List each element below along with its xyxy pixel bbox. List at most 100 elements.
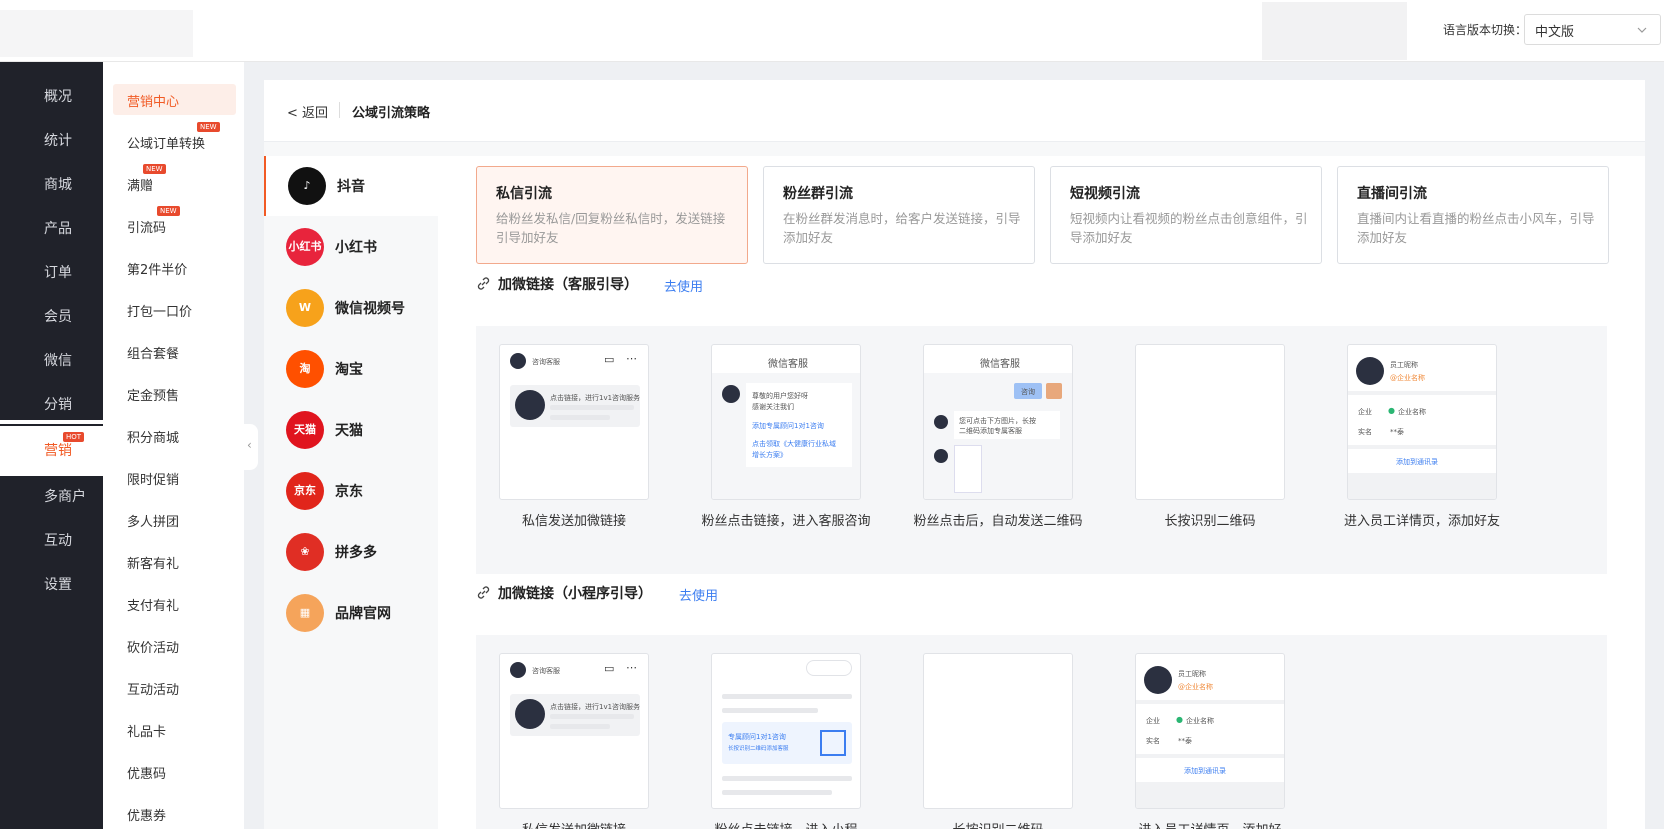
platform-logo-icon: ❀: [286, 533, 324, 571]
submenu-item-15[interactable]: 礼品卡: [113, 714, 236, 745]
video-call-icon: ▭: [604, 662, 615, 675]
divider-strip: [264, 142, 1645, 156]
submenu-item-8[interactable]: 积分商城: [113, 420, 236, 451]
platform-name: 品牌官网: [335, 606, 391, 622]
grid-icon: [12, 218, 32, 236]
submenu-item-4[interactable]: 第2件半价: [113, 252, 236, 283]
sidebar-item-4[interactable]: 订单: [0, 248, 103, 294]
main-sidebar: 概况 统计 商城 产品 订单 会员 微信 分销 营销 HOT 多商户 互动 设置: [0, 62, 103, 829]
strategy-tab-2[interactable]: 短视频引流 短视频内让看视频的粉丝点击创意组件，引导添加好友: [1050, 166, 1322, 264]
submenu-item-2[interactable]: 满赠 NEW: [113, 164, 236, 199]
platform-item-7[interactable]: ▦ 品牌官网: [264, 583, 438, 643]
mock-text: 增长方案》: [752, 451, 787, 459]
link-card: 点击链接，进行1v1咨询服务: [510, 694, 640, 736]
sidebar-item-8[interactable]: 营销 HOT: [0, 426, 103, 472]
submenu-item-16[interactable]: 优惠码: [113, 756, 236, 787]
phone-mockup: 微信客服 咨询 您可点击下方图片，长按 二维码添加专属客服: [923, 344, 1073, 500]
submenu-item-label: 满赠: [127, 179, 154, 194]
submenu-item-3[interactable]: 引流码 NEW: [113, 206, 236, 241]
placeholder-line: [550, 724, 610, 729]
submenu-item-10[interactable]: 多人拼团: [113, 504, 236, 535]
flow-step-3: 长按识别二维码: [1135, 344, 1285, 554]
strategy-desc: 在粉丝群发消息时，给客户发送链接，引导添加好友: [783, 211, 1021, 245]
sidebar-item-5[interactable]: 会员: [0, 292, 103, 338]
sidebar-item-2[interactable]: 商城: [0, 160, 103, 206]
back-link[interactable]: < 返回: [287, 102, 328, 121]
submenu-item-label: 砍价活动: [127, 641, 180, 656]
submenu-item-17[interactable]: 优惠券: [113, 798, 236, 829]
submenu-item-9[interactable]: 限时促销: [113, 462, 236, 493]
platform-item-3[interactable]: 淘 淘宝: [264, 339, 438, 399]
submenu-item-1[interactable]: 公域订单转换 NEW: [113, 122, 236, 157]
submenu-item-14[interactable]: 互动活动: [113, 672, 236, 703]
sidebar-item-6[interactable]: 微信: [0, 336, 103, 382]
sidebar-item-label: 微信: [44, 353, 72, 369]
submenu-item-label: 互动活动: [127, 683, 180, 698]
avatar: [722, 385, 740, 403]
sidebar-item-11[interactable]: 设置: [0, 560, 103, 606]
sidebar-item-9[interactable]: 多商户: [0, 472, 103, 518]
strategy-desc: 给粉丝发私信/回复粉丝私信时，发送链接引导加好友: [496, 211, 726, 245]
platform-item-4[interactable]: 天猫 天猫: [264, 400, 438, 460]
placeholder-line: [722, 776, 852, 781]
submenu-item-0[interactable]: 营销中心: [113, 84, 236, 115]
flow-step-0: 咨询客服 ▭ ⋯ 点击链接，进行1v1咨询服务 私信发送加微链接: [499, 344, 649, 554]
strategy-tab-3[interactable]: 直播间引流 直播间内让看直播的粉丝点击小风车，引导添加好友: [1337, 166, 1609, 264]
chat-header-name: 微信客服: [768, 359, 808, 370]
platform-item-0[interactable]: ♪ 抖音: [264, 156, 438, 216]
submenu-item-label: 多人拼团: [127, 515, 180, 530]
placeholder-line: [550, 714, 634, 719]
platform-item-1[interactable]: 小红书 小红书: [264, 217, 438, 277]
link-icon: [477, 277, 490, 290]
placeholder-line: [722, 694, 852, 699]
strategy-title: 直播间引流: [1357, 186, 1427, 202]
placeholder-line: [550, 415, 610, 420]
use-service-link[interactable]: 去使用: [664, 276, 703, 295]
platform-item-2[interactable]: W 微信视频号: [264, 278, 438, 338]
step-caption: 长按识别二维码: [1164, 514, 1256, 529]
submenu-item-13[interactable]: 砍价活动: [113, 630, 236, 661]
step-caption: 粉丝点击后，自动发送二维码: [913, 514, 1083, 529]
company-tag: @企业名称: [1178, 683, 1213, 691]
sidebar-item-1[interactable]: 统计: [0, 116, 103, 162]
account-area[interactable]: [1262, 2, 1407, 60]
sidebar-item-10[interactable]: 互动: [0, 516, 103, 562]
lang-label: 语言版本切换：: [1443, 23, 1528, 37]
add-contact-button: 添加到通讯录: [1184, 767, 1226, 775]
submenu-item-6[interactable]: 组合套餐: [113, 336, 236, 367]
chat-header-name: 咨询客服: [532, 358, 560, 366]
platform-logo-text: 天猫: [294, 423, 316, 436]
divider: [1348, 391, 1496, 395]
gear-icon: [12, 574, 32, 592]
submenu-item-label: 引流码: [127, 221, 167, 236]
use-miniprogram-link[interactable]: 去使用: [679, 585, 718, 604]
submenu-item-5[interactable]: 打包一口价: [113, 294, 236, 325]
strategy-tab-0[interactable]: 私信引流 给粉丝发私信/回复粉丝私信时，发送链接引导加好友: [476, 166, 748, 264]
placeholder-line: [550, 405, 634, 410]
sidebar-item-3[interactable]: 产品: [0, 204, 103, 250]
submenu-item-7[interactable]: 定金预售: [113, 378, 236, 409]
platform-item-6[interactable]: ❀ 拼多多: [264, 522, 438, 582]
store-icon: [12, 174, 32, 192]
strategy-title: 短视频引流: [1070, 186, 1140, 202]
step-caption: 长按识别二维码: [908, 821, 1088, 829]
sidebar-item-0[interactable]: 概况: [0, 72, 103, 118]
link-card-text: 点击链接，进行1v1咨询服务: [550, 703, 641, 711]
arrow-right-icon: [1089, 408, 1119, 430]
submenu-item-label: 新客有礼: [127, 557, 180, 572]
platform-logo-text: ❀: [300, 545, 310, 558]
submenu-item-11[interactable]: 新客有礼: [113, 546, 236, 577]
strategy-tab-1[interactable]: 粉丝群引流 在粉丝群发消息时，给客户发送链接，引导添加好友: [763, 166, 1035, 264]
platform-logo-text: W: [298, 301, 312, 314]
platform-list: ♪ 抖音 小红书 小红书 W 微信视频号淘 淘宝 天猫 天猫 京东 京东 ❀ 拼多多 ▦ 品牌官网: [264, 156, 438, 829]
placeholder-line: [722, 790, 832, 795]
logo-placeholder: [0, 10, 193, 57]
avatar: [1356, 357, 1384, 385]
mock-text: 点击领取《大健康行业私域: [752, 440, 836, 448]
submenu-item-label: 礼品卡: [127, 725, 167, 740]
collapse-submenu-button[interactable]: ‹: [244, 424, 258, 470]
merchant-icon: [12, 486, 32, 504]
platform-item-5[interactable]: 京东 京东: [264, 461, 438, 521]
lang-select[interactable]: 中文版: [1524, 14, 1661, 45]
submenu-item-12[interactable]: 支付有礼: [113, 588, 236, 619]
